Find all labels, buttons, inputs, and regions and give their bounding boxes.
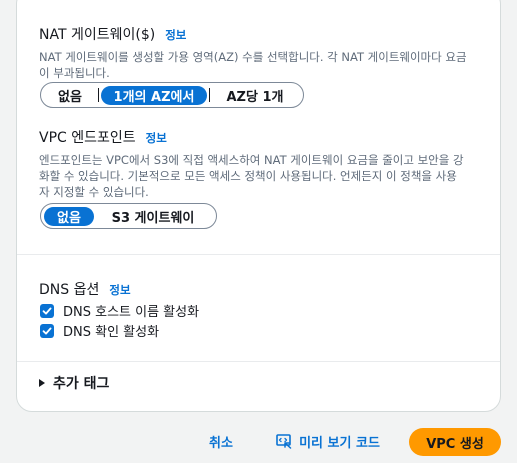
nat-option-per-az[interactable]: AZ당 1개 [212,86,298,105]
preview-code-label: 미리 보기 코드 [299,435,380,451]
vpc-endpoint-segmented-control: 없음 S3 게이트웨이 [40,203,217,229]
cancel-button[interactable]: 취소 [200,429,242,453]
check-icon [42,327,52,334]
dns-hostnames-option: DNS 호스트 이름 활성화 [40,301,199,320]
section-divider [17,361,500,362]
vpc-settings-card: NAT 게이트웨이($) 정보 NAT 게이트웨이를 생성할 가용 영역(AZ)… [16,0,501,412]
caret-right-icon [39,379,45,387]
dns-options-section: DNS 옵션 정보 [39,279,478,299]
nat-gateway-info-link[interactable]: 정보 [165,27,186,43]
section-divider [17,254,500,255]
dns-options-info-link[interactable]: 정보 [109,282,130,298]
nat-gateway-section: NAT 게이트웨이($) 정보 NAT 게이트웨이를 생성할 가용 영역(AZ)… [39,24,478,81]
preview-code-icon [276,433,292,449]
nat-option-none[interactable]: 없음 [44,86,96,105]
vpc-endpoint-label: VPC 엔드포인트 [39,130,136,146]
endpoint-option-none[interactable]: 없음 [44,206,94,226]
preview-code-button[interactable]: 미리 보기 코드 [270,429,386,453]
create-vpc-button[interactable]: VPC 생성 [409,428,501,456]
nat-option-one-az[interactable]: 1개의 AZ에서 [101,85,207,105]
vpc-endpoint-description: 엔드포인트는 VPC에서 S3에 직접 액세스하여 NAT 게이트웨이 요금을 … [39,153,464,199]
additional-tags-label: 추가 태그 [53,376,110,392]
dns-hostnames-checkbox[interactable] [40,303,54,318]
dns-hostnames-label: DNS 호스트 이름 활성화 [63,305,200,320]
segment-divider [98,88,99,102]
check-icon [42,307,52,314]
dns-resolution-checkbox[interactable] [40,323,54,338]
endpoint-option-s3-gateway[interactable]: S3 게이트웨이 [94,207,212,226]
dns-resolution-label: DNS 확인 활성화 [63,325,160,340]
vpc-endpoint-info-link[interactable]: 정보 [146,130,167,146]
nat-gateway-description: NAT 게이트웨이를 생성할 가용 영역(AZ) 수를 선택합니다. 각 NAT… [39,50,467,80]
dns-options-label: DNS 옵션 [39,282,100,298]
nat-gateway-segmented-control: 없음 1개의 AZ에서 AZ당 1개 [40,82,304,108]
nat-gateway-label: NAT 게이트웨이($) [39,27,156,43]
dns-resolution-option: DNS 확인 활성화 [40,321,159,340]
vpc-endpoint-section: VPC 엔드포인트 정보 엔드포인트는 VPC에서 S3에 직접 액세스하여 N… [39,127,478,200]
additional-tags-expander[interactable]: 추가 태그 [39,373,109,393]
segment-divider [209,88,210,102]
